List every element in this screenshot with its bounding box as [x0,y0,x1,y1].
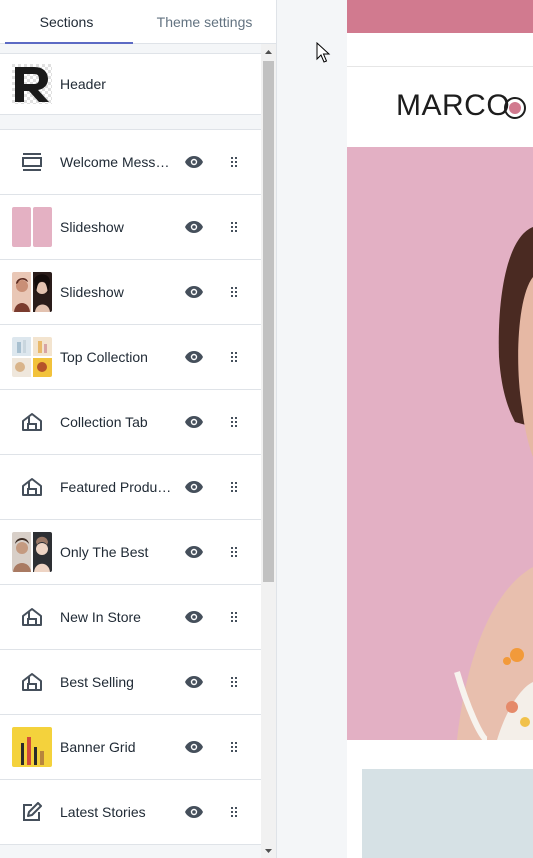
logo-dot-icon [504,97,526,119]
store-logo[interactable]: MARCO [396,89,510,123]
section-list-area: Header Welcome Message Slideshow Slidesh… [0,44,261,858]
eye-icon[interactable] [184,282,204,302]
mouse-cursor-icon [316,41,332,64]
eye-icon[interactable] [184,542,204,562]
section-label: Welcome Message [60,154,172,170]
section-row-latest-stories[interactable]: Latest Stories [0,780,261,845]
drag-handle-icon[interactable] [226,477,242,497]
drag-handle-icon[interactable] [226,802,242,822]
section-row-top-collection[interactable]: Top Collection [0,325,261,390]
section-row-slideshow[interactable]: Slideshow [0,195,261,260]
section-label: Only The Best [60,544,149,560]
section-label: Latest Stories [60,804,146,820]
eye-icon[interactable] [184,477,204,497]
drag-handle-icon[interactable] [226,217,242,237]
theme-editor-sidebar: Sections Theme settings Header Welcome M… [0,0,277,858]
collection-grid-thumbnail [12,337,52,377]
scroll-down-arrow-icon[interactable] [261,843,276,858]
eye-icon[interactable] [184,802,204,822]
section-label: New In Store [60,609,141,625]
eye-icon[interactable] [184,347,204,367]
drag-handle-icon[interactable] [226,347,242,367]
tab-sections[interactable]: Sections [0,0,133,45]
section-row-banner-grid[interactable]: Banner Grid [0,715,261,780]
header-section-label: Header [60,76,106,92]
section-label: Featured Products [60,479,172,495]
section-row-welcome-message[interactable]: Welcome Message [0,130,261,195]
store-icon [12,662,52,702]
section-row-slideshow-2[interactable]: Slideshow [0,260,261,325]
scrollbar-thumb[interactable] [263,61,274,582]
pink-slides-thumbnail [12,207,52,247]
drag-handle-icon[interactable] [226,542,242,562]
portrait-thumbnail [12,532,52,572]
eye-icon[interactable] [184,672,204,692]
logo-r-thumbnail [12,64,52,104]
tab-theme-settings[interactable]: Theme settings [133,0,276,44]
drag-handle-icon[interactable] [226,282,242,302]
storefront-preview: MARCO [347,0,533,858]
store-logo-text: MARCO [396,89,511,122]
eye-icon[interactable] [184,412,204,432]
section-label: Slideshow [60,219,124,235]
sidebar-tabs: Sections Theme settings [0,0,276,45]
hero-slideshow-image[interactable] [347,147,533,740]
eye-icon[interactable] [184,217,204,237]
section-label: Banner Grid [60,739,136,755]
edit-icon [12,792,52,832]
section-row-only-the-best[interactable]: Only The Best [0,520,261,585]
section-row-featured-products[interactable]: Featured Products [0,455,261,520]
store-icon [12,597,52,637]
announcement-bar [347,0,533,33]
sections-list: Welcome Message Slideshow Slideshow Top … [0,129,261,845]
header-section-row[interactable]: Header [0,53,261,115]
drag-handle-icon[interactable] [226,152,242,172]
hero-model-illustration [347,147,533,740]
next-section-banner [362,769,533,858]
section-row-new-in-store[interactable]: New In Store [0,585,261,650]
section-label: Collection Tab [60,414,148,430]
store-icon [12,467,52,507]
section-label: Top Collection [60,349,148,365]
section-row-collection-tab[interactable]: Collection Tab [0,390,261,455]
sidebar-scrollbar[interactable] [261,44,276,858]
drag-handle-icon[interactable] [226,737,242,757]
store-icon [12,402,52,442]
eye-icon[interactable] [184,607,204,627]
model-photo-thumbnail [12,272,52,312]
section-label: Best Selling [60,674,134,690]
section-outline-icon [12,142,52,182]
eye-icon[interactable] [184,737,204,757]
drag-handle-icon[interactable] [226,607,242,627]
drag-handle-icon[interactable] [226,412,242,432]
section-row-best-selling[interactable]: Best Selling [0,650,261,715]
section-label: Slideshow [60,284,124,300]
scroll-up-arrow-icon[interactable] [261,44,276,59]
header-divider [347,66,533,67]
eye-icon[interactable] [184,152,204,172]
banner-thumbnail [12,727,52,767]
drag-handle-icon[interactable] [226,672,242,692]
